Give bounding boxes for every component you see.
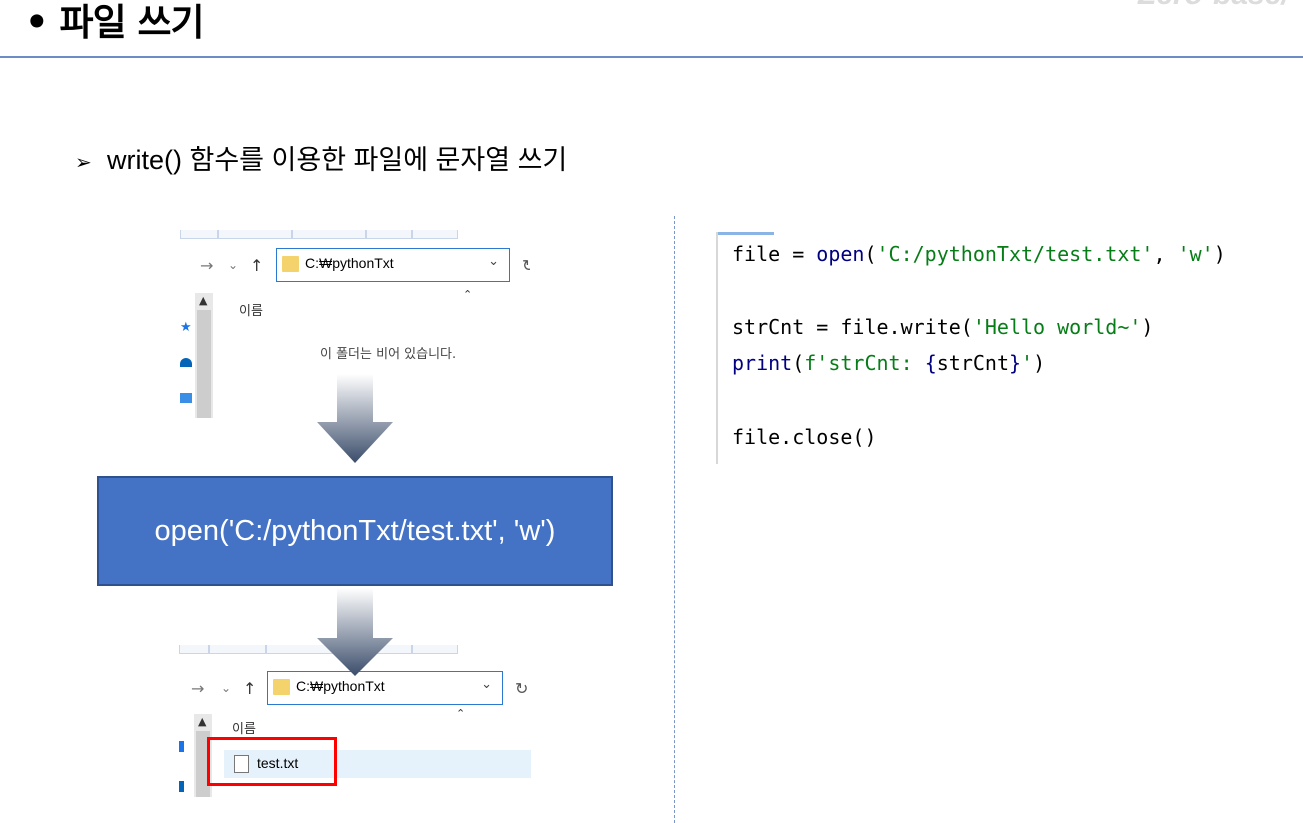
empty-folder-message: 이 폴더는 비어 있습니다.	[320, 347, 457, 362]
quick-access-icon[interactable]	[179, 741, 184, 752]
recent-dropdown-icon[interactable]: ⌄	[221, 681, 231, 695]
scrollbar-thumb[interactable]	[197, 310, 211, 418]
code-line-1: file = open('C:/pythonTxt/test.txt', 'w'…	[732, 242, 1226, 266]
folder-icon	[273, 679, 290, 695]
folder-icon	[282, 256, 299, 272]
chevron-down-icon[interactable]: ⌄	[481, 677, 492, 692]
page-title: • 파일 쓰기	[25, 1, 205, 44]
onedrive-icon[interactable]	[179, 781, 184, 792]
bullet-point: ➢ write() 함수를 이용한 파일에 문자열 쓰기	[75, 143, 567, 180]
ribbon-tabs	[180, 230, 530, 239]
nav-bar: → ⌄ ↑ C:₩pythonTxt ⌄ ↻	[180, 248, 530, 282]
sort-caret-icon: ⌃	[463, 288, 473, 301]
quick-access-star-icon[interactable]: ★	[180, 320, 192, 335]
up-arrow-icon[interactable]: ↑	[250, 256, 263, 275]
sort-caret-icon: ⌃	[456, 707, 466, 720]
down-arrow-icon	[315, 588, 395, 678]
address-bar[interactable]: C:₩pythonTxt ⌄	[276, 248, 510, 282]
chevron-down-icon[interactable]: ⌄	[488, 254, 499, 269]
code-line-2: strCnt = file.write('Hello world~')	[732, 315, 1154, 339]
brand-watermark: Zero-base/	[1138, 0, 1290, 12]
title-underline	[0, 56, 1303, 58]
address-text: C:₩pythonTxt	[305, 255, 394, 271]
column-header-name[interactable]: 이름	[239, 300, 263, 319]
scroll-up-icon[interactable]: ▲	[199, 294, 207, 307]
code-line-4: file.close()	[732, 425, 877, 449]
scroll-up-icon[interactable]: ▲	[198, 715, 206, 728]
forward-icon[interactable]: →	[200, 256, 213, 275]
forward-icon[interactable]: →	[191, 679, 204, 698]
up-arrow-icon[interactable]: ↑	[243, 679, 256, 698]
new-file-highlight	[207, 737, 337, 786]
refresh-icon[interactable]: ↻	[522, 256, 530, 275]
refresh-icon[interactable]: ↻	[515, 679, 528, 698]
open-call-box: open('C:/pythonTxt/test.txt', 'w')	[97, 476, 613, 586]
onedrive-icon[interactable]	[180, 358, 192, 367]
code-line-3: print(f'strCnt: {strCnt}')	[732, 351, 1046, 375]
arrow-bullet-icon: ➢	[75, 152, 92, 174]
code-editor: file = open('C:/pythonTxt/test.txt', 'w'…	[716, 232, 1303, 464]
this-pc-icon[interactable]	[180, 393, 192, 403]
down-arrow-icon	[315, 374, 395, 464]
address-text: C:₩pythonTxt	[296, 678, 385, 694]
section-divider	[674, 216, 675, 823]
editor-tab-indicator	[718, 232, 774, 235]
recent-dropdown-icon[interactable]: ⌄	[228, 258, 238, 272]
column-header-name[interactable]: 이름	[232, 718, 256, 737]
bullet-text: write() 함수를 이용한 파일에 문자열 쓰기	[107, 145, 568, 175]
